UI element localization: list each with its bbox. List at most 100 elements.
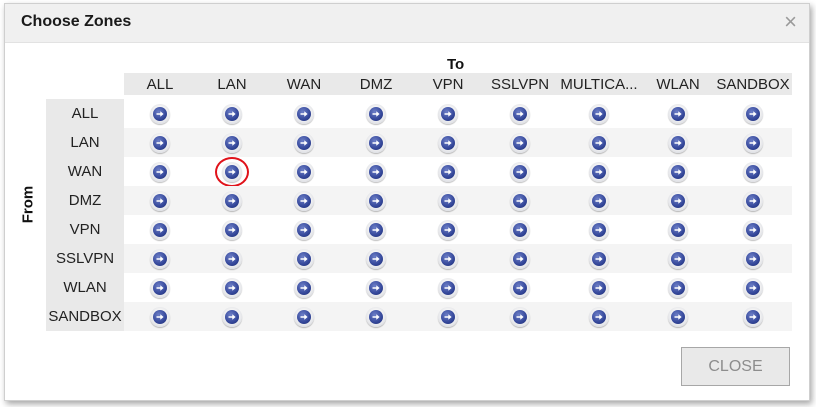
arrow-right-circle-icon[interactable]	[150, 219, 170, 240]
dialog-titlebar: Choose Zones ×	[5, 4, 809, 43]
arrow-right-circle-icon[interactable]	[438, 190, 458, 211]
arrow-right-circle-icon[interactable]	[510, 277, 530, 298]
arrow-right-circle-icon[interactable]	[668, 277, 688, 298]
arrow-right-circle-icon[interactable]	[150, 306, 170, 327]
arrow-right-circle-icon[interactable]	[668, 132, 688, 153]
arrow-right-circle-icon[interactable]	[294, 248, 314, 269]
arrow-right-circle-icon[interactable]	[589, 103, 609, 124]
arrow-right-circle-icon[interactable]	[589, 306, 609, 327]
arrow-right-circle-icon[interactable]	[510, 190, 530, 211]
arrow-right-circle-icon[interactable]	[438, 161, 458, 182]
row-header: WLAN	[46, 273, 124, 302]
arrow-right-circle-icon[interactable]	[668, 219, 688, 240]
arrow-right-circle-icon[interactable]	[438, 277, 458, 298]
arrow-inner	[441, 222, 455, 237]
arrow-right-circle-icon[interactable]	[510, 306, 530, 327]
arrow-right-circle-icon[interactable]	[743, 103, 763, 124]
arrow-inner	[592, 193, 606, 208]
arrow-right-circle-icon[interactable]	[743, 277, 763, 298]
arrow-inner	[153, 251, 167, 266]
zone-cell	[196, 128, 268, 157]
arrow-inner	[225, 280, 239, 295]
arrow-right-circle-icon[interactable]	[510, 132, 530, 153]
arrow-right-circle-icon[interactable]	[743, 219, 763, 240]
arrow-right-circle-icon[interactable]	[743, 306, 763, 327]
zone-cell	[268, 273, 340, 302]
arrow-right-circle-icon[interactable]	[668, 103, 688, 124]
arrow-right-circle-icon[interactable]	[438, 306, 458, 327]
arrow-right-circle-icon[interactable]	[366, 219, 386, 240]
arrow-right-circle-icon[interactable]	[366, 306, 386, 327]
arrow-right-circle-icon[interactable]	[222, 190, 242, 211]
arrow-right-circle-icon[interactable]	[294, 219, 314, 240]
zone-cell	[412, 99, 484, 128]
arrow-right-circle-icon[interactable]	[743, 248, 763, 269]
arrow-right-circle-icon[interactable]	[510, 248, 530, 269]
arrow-inner	[671, 309, 685, 324]
arrow-right-circle-icon[interactable]	[150, 277, 170, 298]
zone-cell	[412, 128, 484, 157]
arrow-right-circle-icon[interactable]	[366, 190, 386, 211]
arrow-right-circle-icon[interactable]	[150, 103, 170, 124]
arrow-right-circle-icon[interactable]	[668, 190, 688, 211]
choose-zones-dialog: Choose Zones × To From ALL LAN WAN DMZ VPN SS…	[4, 3, 810, 401]
arrow-right-circle-icon[interactable]	[510, 103, 530, 124]
arrow-right-circle-icon[interactable]	[438, 248, 458, 269]
arrow-right-circle-icon[interactable]	[222, 306, 242, 327]
arrow-right-circle-icon[interactable]	[510, 219, 530, 240]
arrow-inner	[369, 309, 383, 324]
arrow-inner	[297, 309, 311, 324]
arrow-right-circle-icon[interactable]	[366, 248, 386, 269]
arrow-inner	[513, 164, 527, 179]
arrow-right-circle-icon[interactable]	[294, 103, 314, 124]
arrow-right-circle-icon[interactable]	[743, 190, 763, 211]
row-header: VPN	[46, 215, 124, 244]
arrow-right-circle-icon[interactable]	[222, 103, 242, 124]
arrow-right-circle-icon[interactable]	[743, 132, 763, 153]
arrow-right-circle-icon[interactable]	[510, 161, 530, 182]
arrow-right-circle-icon[interactable]	[438, 132, 458, 153]
arrow-right-circle-icon[interactable]	[294, 277, 314, 298]
zone-cell	[196, 215, 268, 244]
close-icon[interactable]: ×	[784, 10, 797, 34]
arrow-right-circle-icon[interactable]	[222, 132, 242, 153]
arrow-right-circle-icon[interactable]	[668, 161, 688, 182]
arrow-right-circle-icon[interactable]	[589, 132, 609, 153]
arrow-right-circle-icon[interactable]	[294, 161, 314, 182]
arrow-right-circle-icon[interactable]	[150, 190, 170, 211]
arrow-right-circle-icon[interactable]	[294, 306, 314, 327]
arrow-right-circle-icon[interactable]	[589, 219, 609, 240]
zone-cell	[484, 215, 556, 244]
close-button[interactable]: CLOSE	[681, 347, 790, 386]
arrow-right-circle-icon[interactable]	[438, 103, 458, 124]
arrow-right-circle-icon[interactable]	[366, 103, 386, 124]
arrow-right-circle-icon[interactable]	[366, 132, 386, 153]
arrow-right-circle-icon[interactable]	[150, 248, 170, 269]
arrow-right-circle-icon[interactable]	[589, 277, 609, 298]
arrow-right-circle-icon[interactable]	[589, 248, 609, 269]
arrow-right-circle-icon[interactable]	[589, 161, 609, 182]
arrow-right-circle-icon[interactable]	[294, 190, 314, 211]
zone-cell	[268, 157, 340, 186]
zone-cell	[714, 99, 792, 128]
zone-cell	[484, 302, 556, 331]
arrow-right-circle-icon[interactable]	[366, 161, 386, 182]
arrow-right-circle-icon[interactable]	[743, 161, 763, 182]
arrow-right-circle-icon[interactable]	[150, 132, 170, 153]
arrow-right-circle-icon[interactable]	[438, 219, 458, 240]
zone-cell	[412, 186, 484, 215]
arrow-right-circle-icon[interactable]	[222, 277, 242, 298]
arrow-inner	[153, 164, 167, 179]
arrow-right-circle-icon[interactable]	[222, 219, 242, 240]
arrow-right-circle-icon[interactable]	[589, 190, 609, 211]
arrow-inner	[369, 135, 383, 150]
arrow-right-circle-icon[interactable]	[222, 248, 242, 269]
arrow-inner	[513, 280, 527, 295]
arrow-right-circle-icon[interactable]	[150, 161, 170, 182]
arrow-right-circle-icon[interactable]	[668, 248, 688, 269]
arrow-right-circle-icon[interactable]	[294, 132, 314, 153]
zone-cell	[714, 244, 792, 273]
arrow-right-circle-icon[interactable]	[366, 277, 386, 298]
arrow-inner	[369, 280, 383, 295]
arrow-right-circle-icon[interactable]	[668, 306, 688, 327]
